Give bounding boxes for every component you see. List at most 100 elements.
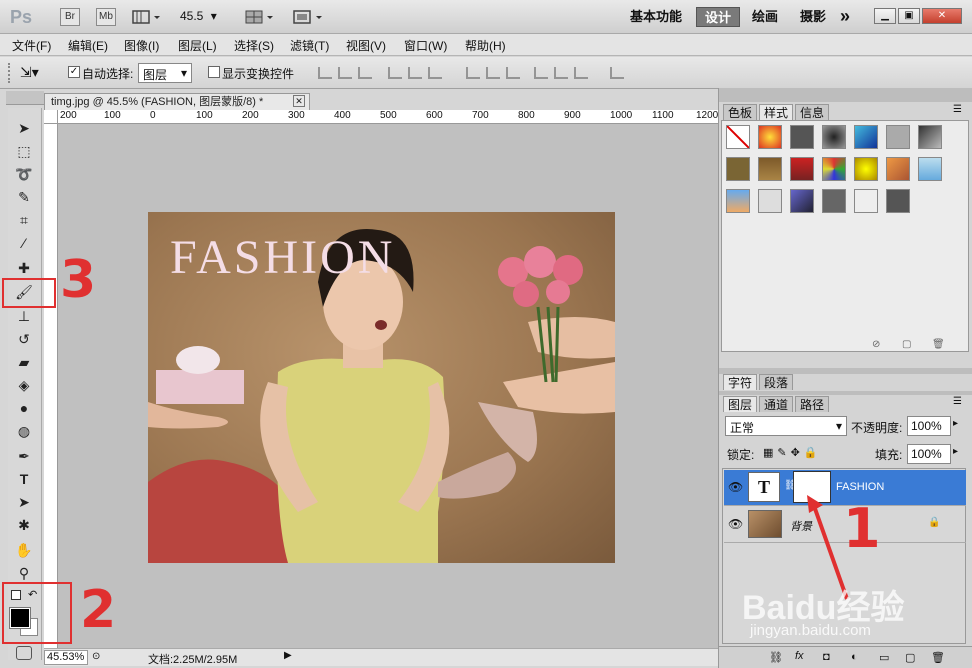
tab-styles[interactable]: 样式 bbox=[759, 104, 794, 120]
visibility-eye-icon[interactable]: 👁 bbox=[728, 517, 743, 531]
options-grip[interactable] bbox=[8, 63, 14, 83]
style-swatch[interactable] bbox=[854, 189, 878, 213]
style-swatch[interactable] bbox=[726, 189, 750, 213]
adjustment-layer-icon[interactable]: ◐ bbox=[851, 651, 858, 663]
menu-layer[interactable]: 图层(L) bbox=[178, 37, 217, 54]
style-swatch[interactable] bbox=[854, 125, 878, 149]
distribute-right-icon[interactable] bbox=[574, 67, 588, 79]
link-layers-icon[interactable]: ⛓ bbox=[769, 651, 783, 664]
background-layer-thumbnail[interactable] bbox=[748, 510, 782, 538]
quick-mask-icon[interactable] bbox=[16, 646, 32, 660]
tab-swatches[interactable]: 色板 bbox=[723, 104, 758, 120]
eraser-tool-icon[interactable]: ▰ bbox=[13, 352, 35, 372]
menu-filter[interactable]: 滤镜(T) bbox=[290, 37, 329, 54]
align-hcenter-icon[interactable] bbox=[408, 67, 422, 79]
align-top-icon[interactable] bbox=[318, 67, 332, 79]
tab-paragraph[interactable]: 段落 bbox=[759, 374, 794, 390]
maximize-icon[interactable]: ▣ bbox=[898, 8, 920, 24]
more-workspaces-icon[interactable]: » bbox=[840, 6, 850, 27]
style-swatch[interactable] bbox=[790, 189, 814, 213]
tab-channels[interactable]: 通道 bbox=[759, 396, 794, 412]
style-swatch[interactable] bbox=[886, 157, 910, 181]
minimize-icon[interactable]: ▁ bbox=[874, 8, 896, 24]
zoom-status-field[interactable]: 45.53% bbox=[44, 650, 88, 665]
distribute-top-icon[interactable] bbox=[466, 67, 480, 79]
screen-mode-icon[interactable] bbox=[292, 9, 324, 25]
menu-help[interactable]: 帮助(H) bbox=[465, 37, 506, 54]
style-swatch[interactable] bbox=[918, 125, 942, 149]
shape-tool-icon[interactable]: ✱ bbox=[13, 515, 35, 535]
minibridge-button[interactable]: Mb bbox=[96, 8, 116, 26]
delete-style-icon[interactable]: 🗑 bbox=[932, 339, 945, 350]
quick-selection-tool-icon[interactable]: ✎ bbox=[13, 187, 35, 207]
marquee-tool-icon[interactable]: ⬚ bbox=[13, 141, 35, 161]
eyedropper-tool-icon[interactable]: ⁄ bbox=[13, 233, 35, 253]
workspace-design[interactable]: 设计 bbox=[696, 7, 741, 27]
lasso-tool-icon[interactable]: ➰ bbox=[13, 164, 35, 184]
blur-tool-icon[interactable]: ● bbox=[13, 398, 35, 418]
new-group-icon[interactable]: ▭ bbox=[879, 651, 889, 664]
tab-character[interactable]: 字符 bbox=[723, 374, 758, 390]
move-tool-preset-icon[interactable]: ⇲▾ bbox=[20, 64, 39, 81]
healing-brush-tool-icon[interactable]: ✚ bbox=[13, 258, 35, 278]
align-left-icon[interactable] bbox=[388, 67, 402, 79]
zoom-tool-icon[interactable]: ⚲ bbox=[13, 563, 35, 583]
style-swatch[interactable] bbox=[726, 157, 750, 181]
fill-slider-arrow-icon[interactable]: ▸ bbox=[953, 446, 958, 457]
tab-info[interactable]: 信息 bbox=[795, 104, 830, 120]
clear-style-icon[interactable]: ⊘ bbox=[872, 339, 880, 350]
view-extras-icon[interactable] bbox=[132, 9, 162, 25]
show-transform-checkbox[interactable] bbox=[208, 66, 220, 78]
type-tool-icon[interactable]: T bbox=[13, 469, 35, 489]
dodge-tool-icon[interactable]: ◍ bbox=[13, 421, 35, 441]
add-mask-icon[interactable]: ◘ bbox=[823, 651, 830, 663]
horizontal-ruler[interactable]: 200 100 0 100 200 300 400 500 600 700 80… bbox=[58, 110, 718, 124]
panel-dock-header[interactable] bbox=[719, 88, 972, 102]
arrange-documents-icon[interactable] bbox=[245, 9, 275, 25]
layer-name[interactable]: FASHION bbox=[836, 481, 884, 493]
hand-tool-icon[interactable]: ✋ bbox=[13, 540, 35, 560]
close-document-icon[interactable]: ✕ bbox=[293, 95, 305, 107]
clone-stamp-tool-icon[interactable]: ⊥ bbox=[13, 306, 35, 326]
style-swatch[interactable] bbox=[886, 189, 910, 213]
menu-file[interactable]: 文件(F) bbox=[12, 37, 51, 54]
blend-mode-dropdown[interactable]: 正常 ▾ bbox=[725, 416, 847, 436]
pen-tool-icon[interactable]: ✒ bbox=[13, 446, 35, 466]
tab-layers[interactable]: 图层 bbox=[723, 396, 758, 412]
fill-field[interactable]: 100% bbox=[907, 444, 951, 464]
layers-menu-icon[interactable]: ☰ bbox=[953, 396, 962, 407]
path-selection-tool-icon[interactable]: ➤ bbox=[13, 492, 35, 512]
new-layer-icon[interactable]: ▢ bbox=[905, 651, 915, 664]
align-bottom-icon[interactable] bbox=[358, 67, 372, 79]
align-vcenter-icon[interactable] bbox=[338, 67, 352, 79]
close-icon[interactable]: ✕ bbox=[922, 8, 962, 24]
status-menu-arrow-icon[interactable]: ▶ bbox=[284, 650, 292, 661]
distribute-vcenter-icon[interactable] bbox=[486, 67, 500, 79]
align-right-icon[interactable] bbox=[428, 67, 442, 79]
layer-style-icon[interactable]: fx bbox=[795, 650, 804, 662]
menu-image[interactable]: 图像(I) bbox=[124, 37, 159, 54]
auto-select-checkbox[interactable]: ✓ bbox=[68, 66, 80, 78]
move-tool-icon[interactable]: ➤ bbox=[13, 118, 35, 138]
paint-bucket-tool-icon[interactable]: ◈ bbox=[13, 375, 35, 395]
document-tab[interactable]: timg.jpg @ 45.5% (FASHION, 图层蒙版/8) * ✕ bbox=[44, 93, 310, 110]
opacity-field[interactable]: 100% bbox=[907, 416, 951, 436]
style-swatch[interactable] bbox=[758, 157, 782, 181]
history-brush-tool-icon[interactable]: ↺ bbox=[13, 329, 35, 349]
workspace-essentials[interactable]: 基本功能 bbox=[622, 7, 690, 27]
distribute-left-icon[interactable] bbox=[534, 67, 548, 79]
lock-icons[interactable]: ▦✎✥🔒 bbox=[763, 446, 822, 459]
new-style-icon[interactable]: ▢ bbox=[902, 339, 911, 350]
style-swatch[interactable] bbox=[854, 157, 878, 181]
style-none-swatch[interactable] bbox=[726, 125, 750, 149]
style-swatch[interactable] bbox=[918, 157, 942, 181]
tab-paths[interactable]: 路径 bbox=[795, 396, 830, 412]
style-swatch[interactable] bbox=[758, 189, 782, 213]
status-preview-icon[interactable]: ⊙ bbox=[92, 651, 100, 662]
auto-align-icon[interactable] bbox=[610, 67, 624, 79]
menu-select[interactable]: 选择(S) bbox=[234, 37, 274, 54]
style-swatch[interactable] bbox=[758, 125, 782, 149]
text-layer-thumbnail[interactable]: T bbox=[748, 472, 780, 502]
crop-tool-icon[interactable]: ⌗ bbox=[13, 210, 35, 230]
style-swatch[interactable] bbox=[822, 125, 846, 149]
